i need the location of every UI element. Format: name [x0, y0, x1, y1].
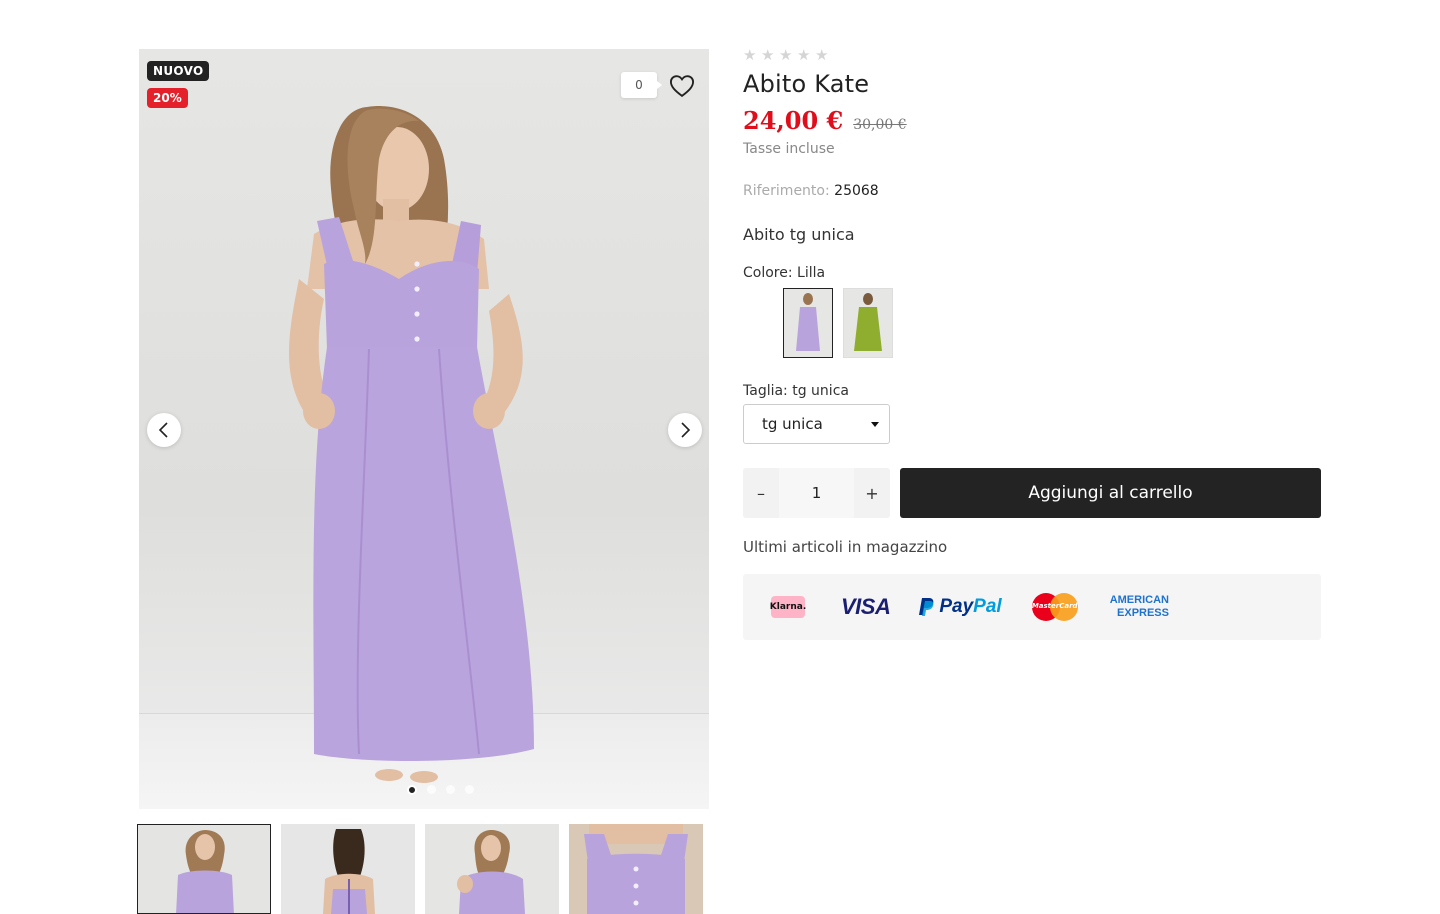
price-row: 24,00 € 30,00 €: [743, 106, 1321, 135]
quantity-increase-button[interactable]: +: [854, 484, 890, 503]
heart-icon[interactable]: [668, 72, 696, 100]
chevron-left-icon: [158, 422, 168, 438]
old-price: 30,00 €: [853, 117, 907, 133]
prev-slide-button[interactable]: [147, 413, 181, 447]
star-icon: ★: [761, 46, 775, 64]
amex-line-1: AMERICAN: [1109, 594, 1169, 606]
payment-methods: Klarna. VISA Pay Pal MasterCard AMERICAN …: [743, 574, 1321, 640]
thumbnail-image: [569, 824, 703, 914]
thumbnail-3[interactable]: [425, 824, 559, 914]
product-page: NUOVO 20% 0 ★ ★ ★ ★ ★ Abito Kate 24,00 €…: [0, 0, 1440, 914]
mastercard-text: MasterCard: [1031, 602, 1078, 610]
add-to-cart-button[interactable]: Aggiungi al carrello: [900, 468, 1321, 518]
slide-dot-3[interactable]: [446, 785, 455, 794]
model-figure: [289, 106, 534, 783]
swatch-image: [844, 289, 892, 357]
slide-dot-1[interactable]: [407, 784, 417, 795]
swatch-image: [784, 289, 832, 357]
thumbnail-1[interactable]: [137, 824, 271, 914]
thumbnail-4[interactable]: [569, 824, 703, 914]
stock-note: Ultimi articoli in magazzino: [743, 538, 948, 556]
product-main-image[interactable]: NUOVO 20% 0: [139, 49, 709, 809]
star-icon: ★: [797, 46, 811, 64]
quantity-stepper: – 1 +: [743, 468, 890, 518]
mastercard-icon: MasterCard: [1031, 593, 1078, 621]
star-icon: ★: [743, 46, 757, 64]
size-select-value: tg unica: [762, 415, 823, 433]
quantity-input[interactable]: 1: [779, 468, 854, 518]
wishlist-count: 0: [621, 72, 662, 98]
paypal-icon: Pay Pal: [918, 596, 1002, 618]
product-title: Abito Kate: [743, 70, 870, 98]
color-swatches: [783, 288, 1321, 358]
thumbnail-image: [138, 825, 270, 913]
size-select[interactable]: tg unica: [743, 404, 890, 444]
quantity-decrease-button[interactable]: –: [743, 484, 779, 503]
new-badge: NUOVO: [147, 61, 210, 81]
product-info: ★ ★ ★ ★ ★ Abito Kate 24,00 € 30,00 € Tas…: [743, 47, 1321, 640]
thumbnail-image: [281, 824, 415, 914]
color-swatch-verde[interactable]: [843, 288, 893, 358]
amex-icon: AMERICAN EXPRESS: [1110, 594, 1169, 620]
amex-line-2: EXPRESS: [1117, 607, 1169, 619]
thumbnail-image: [425, 824, 559, 914]
caret-down-icon: [871, 421, 879, 427]
star-icon: ★: [779, 46, 793, 64]
slide-dot-2[interactable]: [427, 785, 436, 794]
paypal-p-icon: [919, 598, 934, 616]
paypal-text-a: Pay: [939, 596, 974, 617]
short-description: Abito tg unica: [743, 225, 855, 244]
product-reference: Riferimento: 25068: [743, 183, 1321, 199]
visa-icon: VISA: [841, 594, 891, 619]
discount-badge: 20%: [147, 88, 188, 108]
tax-note: Tasse incluse: [743, 141, 835, 157]
next-slide-button[interactable]: [668, 413, 702, 447]
add-to-cart-row: – 1 + Aggiungi al carrello: [743, 468, 1321, 518]
klarna-icon: Klarna.: [770, 596, 806, 618]
reference-label: Riferimento:: [743, 183, 830, 199]
thumbnail-strip: [137, 824, 703, 914]
star-icon: ★: [815, 46, 829, 64]
thumbnail-2[interactable]: [281, 824, 415, 914]
slide-dot-4[interactable]: [465, 785, 474, 794]
current-price: 24,00 €: [743, 106, 844, 135]
chevron-right-icon: [681, 422, 691, 438]
reference-value: 25068: [834, 183, 879, 199]
paypal-text-b: Pal: [973, 596, 1002, 617]
color-swatch-lilla[interactable]: [783, 288, 833, 358]
color-label: Colore: Lilla: [743, 265, 826, 281]
size-label: Taglia: tg unica: [743, 383, 849, 399]
slide-dots: [407, 784, 474, 795]
rating-stars: ★ ★ ★ ★ ★: [743, 47, 1321, 63]
